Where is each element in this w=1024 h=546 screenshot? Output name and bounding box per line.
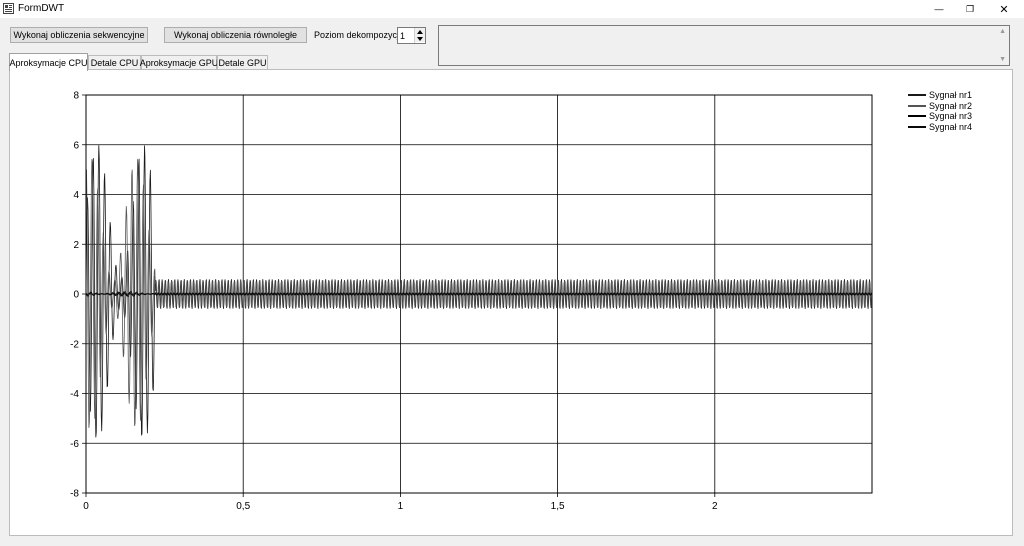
- chevron-down-icon: [417, 36, 423, 41]
- tab-aproksymacje-gpu[interactable]: Aproksymacje GPU: [139, 55, 219, 70]
- y-tick-label: -4: [70, 389, 79, 400]
- tab-aproksymacje-cpu[interactable]: Aproksymacje CPU: [9, 53, 88, 71]
- restore-icon: ❐: [965, 3, 975, 14]
- legend-label: Sygnał nr4: [929, 121, 973, 132]
- parallel-compute-button[interactable]: Wykonaj obliczenia równoległe: [164, 27, 307, 43]
- legend-item: Sygnał nr3: [908, 111, 972, 122]
- minimize-button[interactable]: —: [924, 0, 954, 18]
- y-tick-label: 8: [73, 91, 79, 102]
- scroll-down-icon[interactable]: ▼: [999, 56, 1006, 63]
- output-scrollbar[interactable]: ▲ ▼: [995, 26, 1009, 65]
- chart-legend: Sygnał nr1 Sygnał nr2 Sygnał nr3 Sygnał nr4: [908, 90, 972, 132]
- stepper-down-button[interactable]: [415, 35, 425, 42]
- tab-panel-aproksymacje-cpu: -8 -6 -4 -2 0 2 4 6 8 0 0,5 1 1,5 2 Sygnał nr1 Sygnał…: [9, 69, 1013, 536]
- tab-label: Detale CPU: [90, 58, 139, 68]
- x-tick-label: 0,5: [236, 501, 250, 512]
- signal-chart: -8 -6 -4 -2 0 2 4 6 8 0 0,5 1 1,5 2: [70, 91, 873, 512]
- restore-button[interactable]: ❐: [955, 0, 985, 18]
- y-tick-label: 6: [73, 140, 79, 151]
- x-tick-label: 1: [398, 501, 404, 512]
- stepper-up-button[interactable]: [415, 28, 425, 35]
- close-button[interactable]: ✕: [989, 0, 1019, 18]
- legend-swatch: [908, 125, 926, 128]
- tab-detale-cpu[interactable]: Detale CPU: [88, 55, 141, 70]
- window-title: FormDWT: [18, 3, 65, 14]
- y-tick-label: -8: [70, 489, 79, 500]
- x-tick-label: 2: [712, 501, 718, 512]
- tab-detale-gpu[interactable]: Detale GPU: [217, 55, 268, 70]
- legend-label: Sygnał nr3: [929, 111, 973, 122]
- stepper-arrows: [414, 28, 425, 43]
- minimize-icon: —: [934, 4, 944, 14]
- x-tick-label: 0: [83, 501, 89, 512]
- legend-swatch: [908, 94, 926, 97]
- y-tick-label: 2: [73, 240, 79, 251]
- legend-label: Sygnał nr1: [929, 90, 973, 101]
- y-tick-label: -2: [70, 339, 79, 350]
- scroll-up-icon[interactable]: ▲: [999, 28, 1006, 35]
- legend-item: Sygnał nr2: [908, 101, 972, 112]
- legend-swatch: [908, 115, 926, 118]
- decomposition-level-label: Poziom dekompozycji: [314, 30, 402, 40]
- close-icon: ✕: [999, 3, 1009, 16]
- tab-label: Aproksymacje CPU: [9, 57, 88, 68]
- form-dwt-window: FormDWT — ❐ ✕ Wykonaj obliczenia sekwenc…: [0, 0, 1024, 546]
- y-tick-label: 4: [73, 190, 79, 201]
- legend-item: Sygnał nr1: [908, 90, 972, 101]
- app-icon: [3, 3, 14, 14]
- tab-label: Aproksymacje GPU: [139, 58, 219, 68]
- x-tick-labels: 0 0,5 1 1,5 2: [83, 501, 718, 512]
- chevron-up-icon: [417, 29, 423, 34]
- legend-item: Sygnał nr4: [908, 122, 972, 133]
- decomposition-level-stepper[interactable]: [397, 27, 426, 44]
- y-tick-labels: -8 -6 -4 -2 0 2 4 6 8: [70, 91, 79, 500]
- output-textbox[interactable]: ▲ ▼: [438, 25, 1010, 66]
- sequential-compute-button[interactable]: Wykonaj obliczenia sekwencyjne: [10, 27, 148, 43]
- y-tick-label: 0: [73, 290, 79, 301]
- title-bar[interactable]: FormDWT — ❐ ✕: [0, 0, 1024, 18]
- legend-swatch: [908, 104, 926, 107]
- x-tick-label: 1,5: [551, 501, 565, 512]
- decomposition-level-input[interactable]: [399, 29, 414, 42]
- legend-label: Sygnał nr2: [929, 100, 973, 111]
- tab-label: Detale GPU: [218, 58, 267, 68]
- y-tick-label: -6: [70, 439, 79, 450]
